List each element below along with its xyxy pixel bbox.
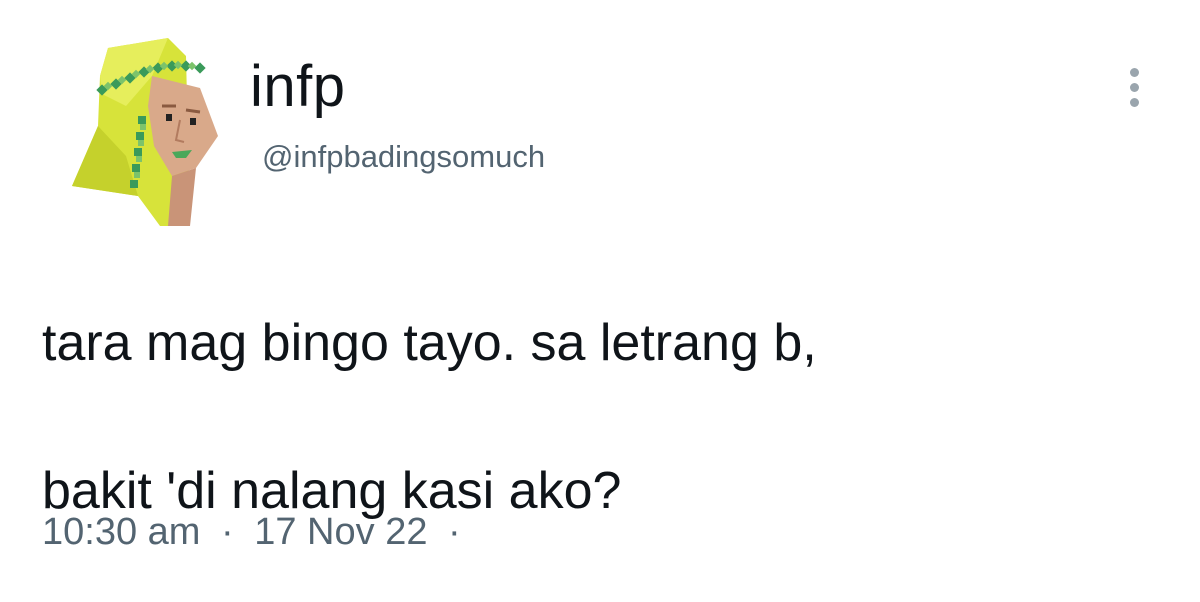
author-handle[interactable]: @infpbadingsomuch [262, 138, 545, 176]
tweet-date[interactable]: 17 Nov 22 [254, 511, 427, 553]
tweet-card: infp @infpbadingsomuch tara mag bingo ta… [0, 0, 1200, 592]
tweet-meta: 10:30 am · 17 Nov 22 · [42, 508, 471, 556]
tweet-text-line: tara mag bingo tayo. sa letrang b, [42, 314, 817, 372]
author-display-name[interactable]: infp [250, 54, 346, 120]
more-dots-vertical-icon [1129, 67, 1139, 77]
tweet-time[interactable]: 10:30 am [42, 511, 200, 553]
meta-separator: · [221, 511, 234, 553]
more-dots-vertical-icon [1129, 82, 1139, 92]
avatar[interactable] [68, 36, 224, 226]
more-dots-vertical-icon [1129, 97, 1139, 107]
meta-separator: · [448, 511, 461, 553]
avatar-image [72, 38, 218, 226]
more-options-button[interactable] [1118, 62, 1150, 112]
